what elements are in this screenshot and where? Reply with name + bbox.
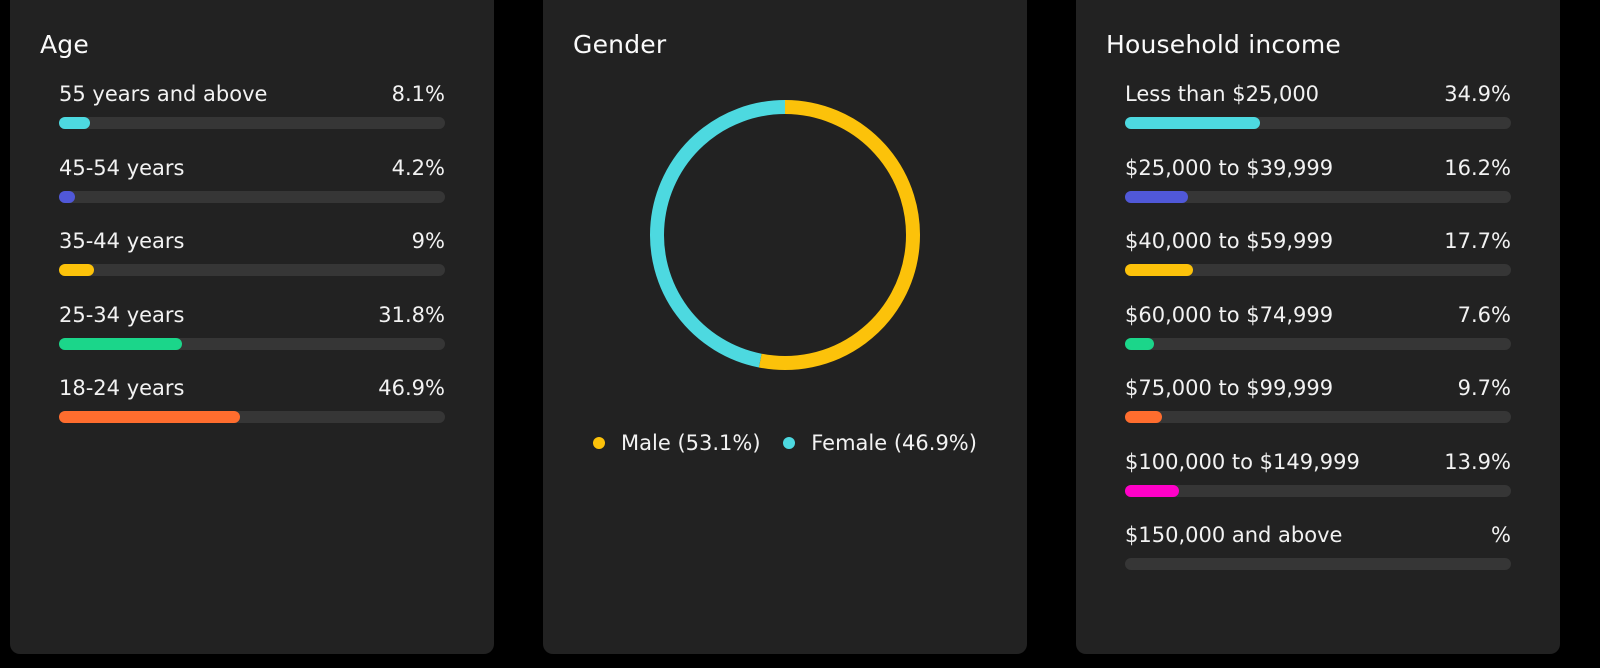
income-bar-track <box>1125 190 1511 203</box>
income-bar-track <box>1125 337 1511 350</box>
age-bar-fill <box>59 337 182 350</box>
legend-label-female: Female (46.9%) <box>811 431 977 455</box>
income-row-value: % <box>1491 523 1511 547</box>
gender-donut-chart <box>650 100 920 370</box>
income-row-value: 13.9% <box>1444 449 1511 474</box>
age-bar-fill <box>59 190 76 203</box>
income-row-label: $75,000 to $99,999 <box>1125 376 1334 400</box>
age-row-label: 55 years and above <box>59 82 268 106</box>
income-row: $60,000 to $74,999 7.6% <box>1125 303 1511 377</box>
income-row: $25,000 to $39,999 16.2% <box>1125 156 1511 230</box>
income-row-value: 17.7% <box>1444 229 1511 253</box>
age-bar-fill <box>59 117 91 129</box>
age-row: 35-44 years 9% <box>59 229 445 303</box>
income-row-label: $25,000 to $39,999 <box>1125 155 1334 180</box>
age-bar-fill <box>59 264 94 276</box>
age-row-value: 4.2% <box>391 155 445 180</box>
age-row-value: 8.1% <box>391 82 445 106</box>
age-card: Age 55 years and above 8.1% 45-54 years … <box>10 0 494 654</box>
income-bar-fill <box>1125 190 1188 203</box>
age-row: 45-54 years 4.2% <box>59 156 445 230</box>
income-bar-track <box>1125 484 1511 497</box>
income-row-value: 7.6% <box>1457 302 1511 327</box>
income-title: Household income <box>1106 30 1342 59</box>
income-row-value: 34.9% <box>1444 82 1511 106</box>
age-row: 55 years and above 8.1% <box>59 82 445 156</box>
income-bar-fill <box>1125 264 1194 276</box>
income-bar-track <box>1125 411 1511 423</box>
income-row-label: Less than $25,000 <box>1125 82 1320 106</box>
donut-slice-female <box>650 100 786 368</box>
age-row-value: 9% <box>411 229 445 253</box>
age-bar-track <box>59 337 445 350</box>
age-row-label: 18-24 years <box>59 376 185 400</box>
income-row: $75,000 to $99,999 9.7% <box>1125 376 1511 450</box>
age-bar-list: 55 years and above 8.1% 45-54 years 4.2%… <box>59 82 445 450</box>
legend-item-female: Female (46.9%) <box>783 431 977 455</box>
income-row-label: $60,000 to $74,999 <box>1125 302 1334 327</box>
age-row-value: 46.9% <box>378 376 445 400</box>
income-row: $100,000 to $149,999 13.9% <box>1125 450 1511 524</box>
income-bar-list: Less than $25,000 34.9% $25,000 to $39,9… <box>1125 82 1511 597</box>
gender-card: Gender Male (53.1%) Female (46.9%) <box>543 0 1027 654</box>
gender-title: Gender <box>573 30 667 59</box>
income-bar-fill <box>1125 411 1163 423</box>
age-bar-track <box>59 264 445 276</box>
age-bar-track <box>59 411 445 423</box>
legend-label-male: Male (53.1%) <box>621 431 761 455</box>
age-bar-track <box>59 190 445 203</box>
income-bar-fill <box>1125 484 1179 497</box>
income-card: Household income Less than $25,000 34.9%… <box>1076 0 1560 654</box>
legend-item-male: Male (53.1%) <box>593 431 761 455</box>
age-row-label: 25-34 years <box>59 302 185 327</box>
legend-dot-male <box>593 437 606 449</box>
gender-legend: Male (53.1%) Female (46.9%) <box>543 430 1027 455</box>
income-row-value: 16.2% <box>1444 155 1511 180</box>
income-row: $40,000 to $59,999 17.7% <box>1125 229 1511 303</box>
income-bar-track <box>1125 264 1511 276</box>
age-title: Age <box>40 30 89 59</box>
donut-slice-male <box>758 100 920 370</box>
income-row-label: $40,000 to $59,999 <box>1125 229 1334 253</box>
income-row-value: 9.7% <box>1457 376 1511 400</box>
income-bar-track <box>1125 117 1511 129</box>
age-row: 25-34 years 31.8% <box>59 303 445 377</box>
age-row-value: 31.8% <box>378 302 445 327</box>
age-row: 18-24 years 46.9% <box>59 376 445 450</box>
income-row-label: $150,000 and above <box>1125 523 1343 547</box>
age-bar-fill <box>59 411 241 423</box>
age-row-label: 45-54 years <box>59 155 185 180</box>
income-bar-fill <box>1125 117 1260 129</box>
legend-dot-female <box>783 437 796 449</box>
income-bar-track <box>1125 558 1511 570</box>
income-row: $150,000 and above % <box>1125 523 1511 597</box>
age-row-label: 35-44 years <box>59 229 185 253</box>
income-bar-fill <box>1125 337 1155 350</box>
age-bar-track <box>59 117 445 129</box>
income-row-label: $100,000 to $149,999 <box>1125 449 1360 474</box>
income-row: Less than $25,000 34.9% <box>1125 82 1511 156</box>
